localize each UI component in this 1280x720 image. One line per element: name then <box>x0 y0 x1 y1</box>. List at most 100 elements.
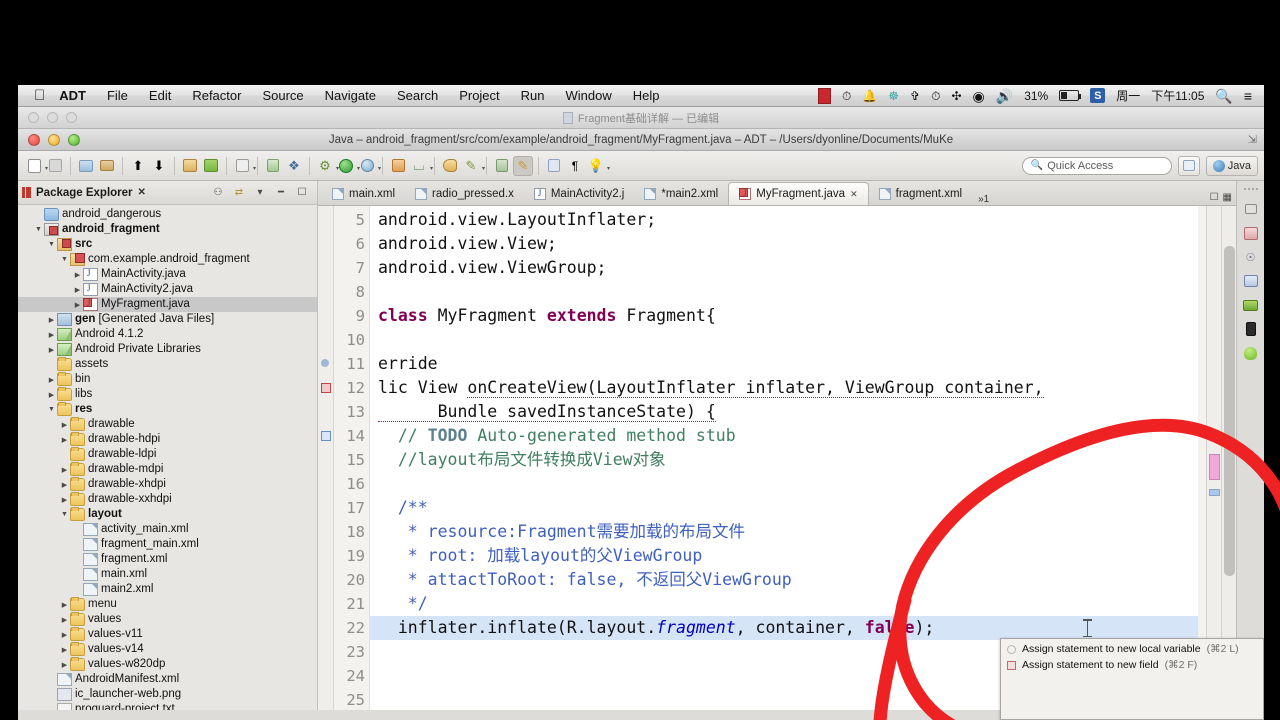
code-text-area[interactable]: android.view.LayoutInflater; android.view… <box>370 206 1198 710</box>
tree-item[interactable]: Android Private Libraries <box>18 342 317 357</box>
editor-tab[interactable]: MainActivity2.j <box>524 182 635 205</box>
checkmark-icon[interactable]: ▾ <box>232 156 256 176</box>
tree-toggle-icon[interactable] <box>46 406 57 413</box>
close-icon[interactable]: ✕ <box>138 187 146 198</box>
profile-icon[interactable]: ▾ <box>357 156 381 176</box>
tree-toggle-icon[interactable] <box>59 256 70 263</box>
content-assist-item[interactable]: Assign statement to new field (⌘2 F) <box>1001 657 1263 673</box>
tree-toggle-icon[interactable] <box>59 631 70 639</box>
battery-icon[interactable] <box>1059 90 1082 101</box>
tree-item[interactable]: AndroidManifest.xml <box>18 672 317 687</box>
overview-ruler[interactable] <box>1206 206 1221 710</box>
package-explorer-tab[interactable]: Package Explorer ✕ <box>22 187 146 199</box>
minimize-button[interactable] <box>48 133 60 146</box>
open-type-icon[interactable] <box>388 156 408 176</box>
dock-drag-handle[interactable] <box>1243 185 1259 192</box>
selection-marker[interactable] <box>1209 454 1220 480</box>
tree-toggle-icon[interactable] <box>46 391 57 399</box>
bell-icon[interactable]: 🔔 <box>862 90 877 102</box>
new-file-icon[interactable]: ▾ <box>24 156 48 176</box>
tree-item[interactable]: drawable-xxhdpi <box>18 492 317 507</box>
collapse-all-icon[interactable]: ⚇ <box>211 186 225 200</box>
tree-item[interactable]: fragment.xml <box>18 552 317 567</box>
tree-item[interactable]: drawable-ldpi <box>18 447 317 462</box>
download-icon[interactable]: ⬇ <box>149 156 169 176</box>
tree-item[interactable]: gen [Generated Java Files] <box>18 312 317 327</box>
tree-item[interactable]: activity_main.xml <box>18 522 317 537</box>
tree-item[interactable]: libs <box>18 387 317 402</box>
background-window-traffic-lights[interactable] <box>28 112 77 123</box>
restore-icon[interactable]: ☐ <box>1210 192 1219 203</box>
tree-toggle-icon[interactable] <box>59 436 70 444</box>
close-icon[interactable]: ✕ <box>850 189 858 200</box>
editor-tab[interactable]: main.xml <box>322 182 405 205</box>
scissors-icon[interactable]: ✞ <box>910 90 920 102</box>
tree-toggle-icon[interactable] <box>59 661 70 669</box>
tree-item[interactable]: drawable-mdpi <box>18 462 317 477</box>
todo-task-icon[interactable] <box>321 431 331 441</box>
menu-item-navigate[interactable]: Navigate <box>325 88 376 103</box>
export-icon[interactable] <box>97 156 117 176</box>
tree-item[interactable]: drawable-xhdpi <box>18 477 317 492</box>
tree-item[interactable]: drawable-hdpi <box>18 432 317 447</box>
annotation-ruler[interactable] <box>318 206 334 710</box>
tree-item[interactable]: values-w820dp <box>18 657 317 672</box>
link-icon[interactable]: ❖ <box>284 156 304 176</box>
editor-tab[interactable]: MyFragment.java ✕ <box>728 182 869 205</box>
menu-item-refactor[interactable]: Refactor <box>192 88 241 103</box>
tree-item[interactable]: Android 4.1.2 <box>18 327 317 342</box>
console-icon[interactable] <box>1242 272 1260 290</box>
package-explorer-icon[interactable] <box>1242 224 1260 242</box>
tree-toggle-icon[interactable] <box>59 421 70 429</box>
tree-toggle-icon[interactable] <box>59 481 70 489</box>
tree-toggle-icon[interactable] <box>59 466 70 474</box>
tree-toggle-icon[interactable] <box>46 376 57 384</box>
save-icon[interactable] <box>45 156 65 176</box>
vertical-scrollbar[interactable] <box>1221 206 1236 710</box>
link-with-editor-icon[interactable]: ⇄ <box>232 186 246 200</box>
maximize-icon[interactable]: ▦ <box>1223 192 1232 203</box>
menu-item-help[interactable]: Help <box>633 88 660 103</box>
tree-toggle-icon[interactable] <box>72 271 83 279</box>
annotation-icon[interactable] <box>492 156 512 176</box>
tab-overflow-indicator[interactable]: »1 <box>978 194 989 205</box>
sogou-input-icon[interactable]: S <box>1090 88 1106 103</box>
menu-item-search[interactable]: Search <box>397 88 438 103</box>
maximize-icon[interactable]: ☐ <box>295 186 309 200</box>
build-icon[interactable] <box>263 156 283 176</box>
fullscreen-icon[interactable]: ⇲ <box>1248 133 1257 146</box>
bulb-icon[interactable]: 💡 ▾ <box>586 156 610 176</box>
run-icon[interactable]: ▾ <box>336 156 360 176</box>
open-perspective-button[interactable] <box>1177 155 1200 176</box>
tree-item[interactable]: values-v14 <box>18 642 317 657</box>
close-button[interactable] <box>28 133 40 146</box>
tree-item[interactable]: android_fragment <box>18 222 317 237</box>
project-tree[interactable]: android_dangerous android_fragmentsrc com.… <box>18 205 317 710</box>
tree-item[interactable]: values-v11 <box>18 627 317 642</box>
tree-item[interactable]: assets <box>18 357 317 372</box>
quick-access-input[interactable]: 🔍 Quick Access <box>1021 156 1172 175</box>
tree-item[interactable]: MainActivity2.java <box>18 282 317 297</box>
tree-toggle-icon[interactable] <box>72 286 83 294</box>
android-icon[interactable] <box>1242 344 1260 362</box>
editor-tab[interactable]: radio_pressed.x <box>405 182 524 205</box>
view-menu-icon[interactable]: ▾ <box>253 186 267 200</box>
fold-collapse-icon[interactable] <box>321 359 329 367</box>
outline-icon[interactable]: ☉ <box>1242 248 1260 266</box>
tree-toggle-icon[interactable] <box>72 301 83 309</box>
occurrence-marker[interactable] <box>1209 489 1220 496</box>
tree-item[interactable]: main2.xml <box>18 582 317 597</box>
dropbox-icon[interactable]: ☸ <box>888 90 899 102</box>
editor-tab[interactable]: *main2.xml <box>634 182 728 205</box>
menu-item-edit[interactable]: Edit <box>149 88 171 103</box>
search-global-icon[interactable]: ⌴ ▾ <box>409 156 433 176</box>
stopwatch-icon[interactable]: ⏱ <box>842 90 851 102</box>
menu-item-source[interactable]: Source <box>262 88 303 103</box>
minimize-icon[interactable]: ━ <box>274 186 288 200</box>
zoom-button[interactable] <box>68 133 80 146</box>
tree-toggle-icon[interactable] <box>59 601 70 609</box>
tree-item[interactable]: com.example.android_fragment <box>18 252 317 267</box>
wifi-icon[interactable]: ◉ <box>973 89 985 103</box>
menu-item-adt[interactable]: ADT <box>59 88 86 103</box>
control-center-icon[interactable]: ≡ <box>1244 89 1252 103</box>
